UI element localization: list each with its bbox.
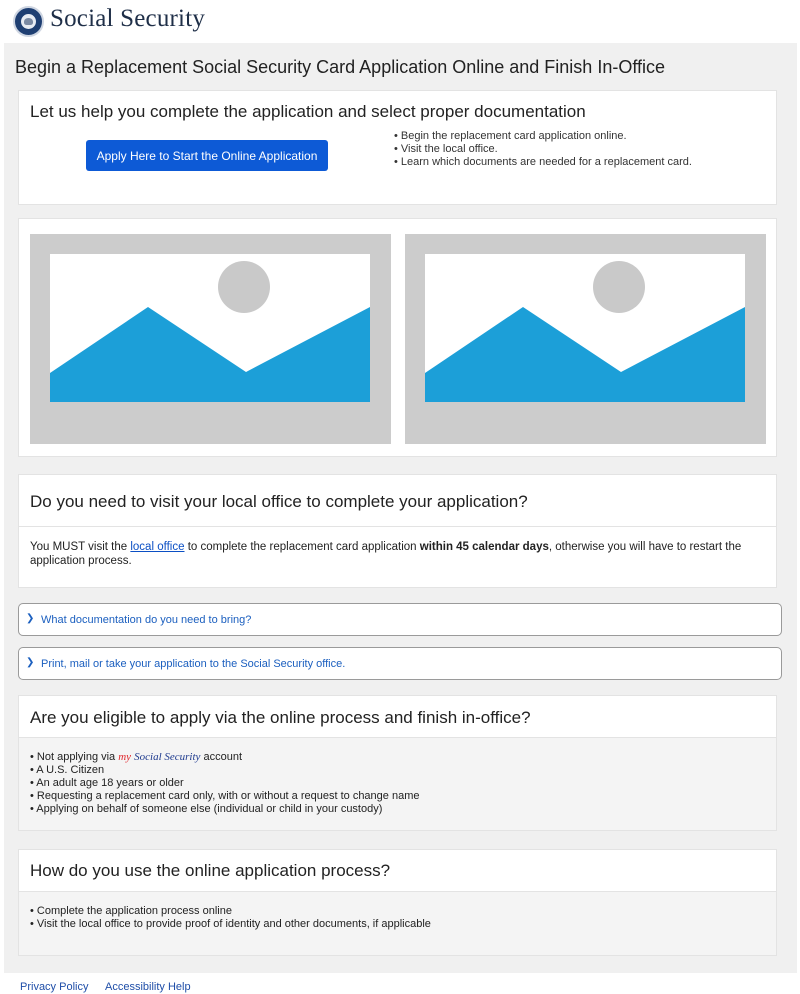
documentation-accordion[interactable]: ❯ What documentation do you need to brin… <box>18 603 782 636</box>
intro-heading: Let us help you complete the application… <box>30 102 586 121</box>
list-item: • A U.S. Citizen <box>30 764 105 776</box>
list-text: • Not applying via <box>30 751 119 763</box>
brand-title[interactable]: Social Security <box>50 5 205 33</box>
ssa-seal-icon[interactable] <box>13 6 44 37</box>
usage-header: How do you use the online application pr… <box>19 850 776 892</box>
deadline-text: within 45 calendar days <box>419 541 549 553</box>
list-item: • Begin the replacement card application… <box>394 130 627 142</box>
list-item: • Visit the local office to provide proo… <box>30 918 431 930</box>
accessibility-help-link[interactable]: Accessibility Help <box>105 981 191 993</box>
divider <box>19 526 776 527</box>
social-security-wordmark: Social Security <box>134 751 201 763</box>
site-header: Social Security <box>0 0 800 42</box>
chevron-down-icon: ❯ <box>26 613 35 624</box>
visit-text-middle: to complete the replacement card applica… <box>184 541 420 553</box>
list-text: account <box>200 751 243 763</box>
usage-list: • Complete the application process onlin… <box>30 905 431 931</box>
visit-text-before: You MUST visit the <box>30 541 131 553</box>
list-item: • Requesting a replacement card only, wi… <box>30 790 420 802</box>
page-title: Begin a Replacement Social Security Card… <box>15 57 666 77</box>
eligibility-header: Are you eligible to apply via the online… <box>19 696 776 738</box>
eligibility-heading: Are you eligible to apply via the online… <box>30 708 531 727</box>
intro-bullet-list: • Begin the replacement card application… <box>394 130 692 169</box>
list-item: • An adult age 18 years or older <box>30 777 184 789</box>
image-card <box>18 218 777 457</box>
image-placeholder-icon <box>405 234 766 444</box>
chevron-down-icon: ❯ <box>26 657 35 668</box>
visit-office-text: You MUST visit the local office to compl… <box>30 540 765 568</box>
eligibility-list: • Not applying via my Social Security ac… <box>30 751 419 816</box>
list-item: • Visit the local office. <box>394 143 498 155</box>
list-item: • Not applying via my Social Security ac… <box>30 751 419 764</box>
print-mail-accordion[interactable]: ❯ Print, mail or take your application t… <box>18 647 782 680</box>
visit-office-card: Do you need to visit your local office t… <box>18 474 777 588</box>
main-content: Begin a Replacement Social Security Card… <box>4 43 797 973</box>
usage-card: How do you use the online application pr… <box>18 849 777 956</box>
eligibility-card: Are you eligible to apply via the online… <box>18 695 777 831</box>
site-footer: Privacy Policy Accessibility Help <box>0 973 800 994</box>
list-item: • Learn which documents are needed for a… <box>394 156 692 168</box>
accordion-label: Print, mail or take your application to … <box>41 658 346 670</box>
accordion-label: What documentation do you need to bring? <box>41 614 252 626</box>
my-wordmark: my <box>118 751 132 763</box>
visit-office-heading: Do you need to visit your local office t… <box>30 492 528 511</box>
usage-heading: How do you use the online application pr… <box>30 861 391 880</box>
local-office-link[interactable]: local office <box>130 541 184 553</box>
list-item: • Complete the application process onlin… <box>30 905 232 917</box>
apply-online-button[interactable]: Apply Here to Start the Online Applicati… <box>86 140 328 171</box>
image-placeholder-icon <box>30 234 391 444</box>
list-item: • Applying on behalf of someone else (in… <box>30 803 383 815</box>
intro-card: Let us help you complete the application… <box>18 90 777 205</box>
privacy-policy-link[interactable]: Privacy Policy <box>20 981 88 993</box>
